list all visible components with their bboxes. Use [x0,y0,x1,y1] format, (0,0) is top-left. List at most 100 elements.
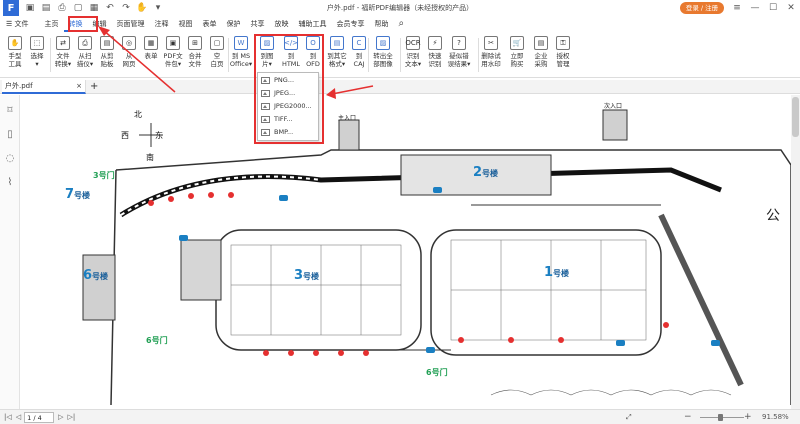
hand-tool-button[interactable]: ✋ 手型 工具 [4,34,26,76]
to-caj-button[interactable]: C 到 CAJ [348,34,370,76]
highlight-image-export [254,34,324,144]
undo-icon[interactable]: ↶ [103,1,117,15]
pdf-portfolio-button[interactable]: ▣ PDF文 件包▾ [162,34,184,76]
blank-page-icon: ▢ [210,36,224,50]
menu-home[interactable]: 主页 [40,16,64,32]
menu-comment[interactable]: 注释 [150,16,174,32]
main-entrance-label: 主入口 [338,115,357,122]
buy-now-button[interactable]: 🛒 立即 购买 [506,34,528,76]
to-ms-office-icon: W [234,36,248,50]
export-all-images-label: 转出全 部图像 [373,52,393,68]
title-bar: F ▣ ▤ ⎙ ▢ ▦ ↶ ↷ ✋ ▾ 户外.pdf - 福昕PDF编辑器（未经… [0,0,800,16]
search-icon[interactable]: ⌕ [394,16,410,32]
app-logo: F [3,0,19,16]
to-other-formats-label: 到其它 格式▾ [327,52,347,68]
select-tool-icon: ⬚ [30,36,44,50]
toolbar-separator [50,38,51,72]
export-all-images-button[interactable]: ▨ 转出全 部图像 [372,34,394,76]
hand-icon[interactable]: ✋ [135,1,149,15]
from-clipboard-label: 从剪 贴板 [100,52,114,68]
document-tab[interactable]: 户外.pdf × [2,80,86,94]
menu-member[interactable]: 会员专享 [332,16,370,32]
from-scanner-button[interactable]: ⎙ 从扫 描仪▾ [74,34,96,76]
license-management-button[interactable]: ⚿ 授权 管理 [552,34,574,76]
print-icon[interactable]: ⎙ [55,1,69,15]
zoom-percentage[interactable]: 91.58% [762,413,789,421]
menu-view[interactable]: 视图 [174,16,198,32]
minimize-button[interactable]: — [746,1,764,15]
merge-files-button[interactable]: ⊞ 合并 文件 [184,34,206,76]
east-label: 东 [155,131,163,140]
remove-watermark-label: 删除试 用水印 [481,52,501,68]
add-tab-icon[interactable]: + [90,81,98,93]
building-7-label: 7号楼 [65,187,91,202]
pdf-portfolio-icon: ▣ [166,36,180,50]
to-other-formats-button[interactable]: ▤ 到其它 格式▾ [326,34,348,76]
pages-thumbnail-icon[interactable]: ▯ [4,129,16,141]
menu-help[interactable]: 帮助 [370,16,394,32]
gate-6-label-bottom: 6号门 [426,368,448,377]
ribbon-toolbar: ✋ 手型 工具 ⬚ 选择 ▾ ⇄ 文件 转换▾ ⎙ 从扫 描仪▾ ▤ 从剪 贴板 ◎ 从网页 ▦ 表单 ▣ PDF文 件包… [0,32,800,78]
license-management-icon: ⚿ [556,36,570,50]
from-webpage-button[interactable]: ◎ 从网页 [118,34,140,76]
to-other-formats-icon: ▤ [330,36,344,50]
scrollbar-thumb[interactable] [792,97,799,137]
suspect-errors-label: 疑似错 误结果▾ [447,52,471,68]
to-caj-icon: C [352,36,366,50]
pages-icon[interactable]: ▦ [87,1,101,15]
building-6-label: 6号楼 [83,268,109,283]
next-page-button[interactable]: ▷ [58,413,63,421]
login-button[interactable]: 登录 / 注册 [680,2,724,14]
recognize-text-label: 识别 文本▾ [404,52,422,68]
blank-page-button[interactable]: ▢ 空白页 [206,34,228,76]
close-button[interactable]: ✕ [782,1,800,15]
page-number-input[interactable]: 1 / 4 [24,411,55,423]
prev-page-button[interactable]: ◁ [16,413,21,421]
attachments-icon[interactable]: ⌇ [4,177,16,189]
merge-files-label: 合并 文件 [188,52,202,68]
close-tab-icon[interactable]: × [76,80,82,93]
menu-present[interactable]: 放映 [270,16,294,32]
save-icon[interactable]: ▣ [23,1,37,15]
select-tool-button[interactable]: ⬚ 选择 ▾ [26,34,48,76]
suspect-errors-button[interactable]: ? 疑似错 误结果▾ [448,34,470,76]
vertical-scrollbar[interactable] [791,95,800,409]
enterprise-purchase-button[interactable]: ▤ 企业 采购 [530,34,552,76]
remove-watermark-button[interactable]: ✂ 删除试 用水印 [480,34,502,76]
redo-icon[interactable]: ↷ [119,1,133,15]
document-icon[interactable]: ▢ [71,1,85,15]
comments-icon[interactable]: ◌ [4,153,16,165]
open-icon[interactable]: ▤ [39,1,53,15]
settings-icon[interactable]: ≡ [728,1,746,15]
recognize-text-icon: OCR [405,36,421,50]
menu-form[interactable]: 表单 [198,16,222,32]
customize-dropdown-icon[interactable]: ▾ [151,1,165,15]
from-clipboard-button[interactable]: ▤ 从剪 贴板 [96,34,118,76]
menu-accessibility[interactable]: 辅助工具 [294,16,332,32]
remove-watermark-icon: ✂ [484,36,498,50]
zoom-in-button[interactable]: + [744,412,752,422]
maximize-button[interactable]: ☐ [764,1,782,15]
last-page-button[interactable]: ▷| [68,413,76,421]
first-page-button[interactable]: |◁ [4,413,12,421]
export-all-images-icon: ▨ [376,36,390,50]
select-tool-label: 选择 ▾ [30,52,44,68]
recognize-text-button[interactable]: OCR 识别 文本▾ [402,34,424,76]
file-convert-button[interactable]: ⇄ 文件 转换▾ [52,34,74,76]
blank-page-label: 空白页 [210,52,224,68]
form-button[interactable]: ▦ 表单 [140,34,162,76]
to-ms-office-button[interactable]: W 到 MS Office▾ [230,34,252,76]
highlight-convert-tab [68,16,98,32]
menu-protect[interactable]: 保护 [222,16,246,32]
status-bar: |◁ ◁ 1 / 4 ▷ ▷| ⤢ − + 91.58% [0,409,800,424]
bookmark-icon[interactable]: ⌑ [4,105,16,117]
quick-recognize-button[interactable]: ⚡ 快速 识别 [424,34,446,76]
zoom-slider-handle[interactable] [718,414,723,421]
menu-page-management[interactable]: 页面管理 [112,16,150,32]
menu-share[interactable]: 共享 [246,16,270,32]
hand-tool-icon: ✋ [8,36,22,50]
fit-page-icon[interactable]: ⤢ [626,413,632,422]
menu-file[interactable]: ☰ 文件 [0,16,34,32]
zoom-out-button[interactable]: − [684,412,692,422]
document-canvas[interactable]: 北 南 西 东 1号楼 2号楼 3号楼 6号楼 7号楼 3号门 6号门 6号门 … [21,95,800,409]
